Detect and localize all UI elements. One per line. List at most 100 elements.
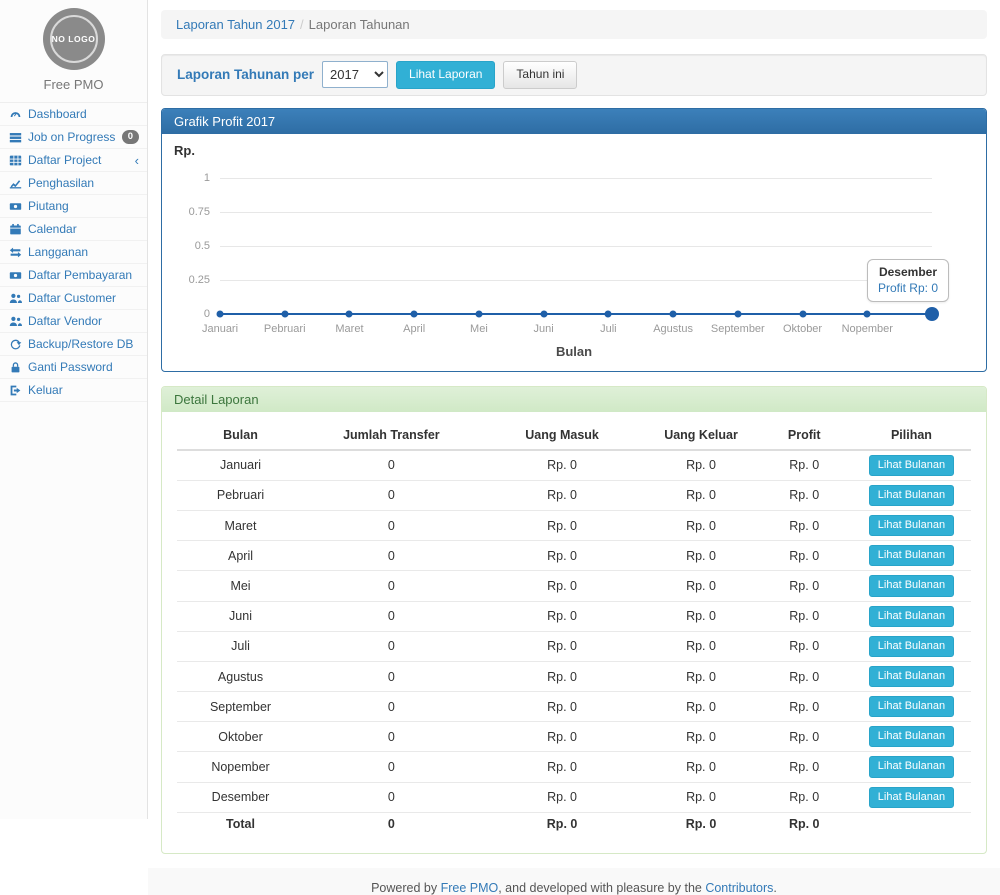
table-cell: Rp. 0 xyxy=(757,541,852,571)
data-point-desember[interactable] xyxy=(925,307,939,321)
sidebar-item-label: Ganti Password xyxy=(28,360,113,374)
x-axis-labels: JanuariPebruariMaretAprilMeiJuniJuliAgus… xyxy=(220,323,932,336)
table-cell-action: Lihat Bulanan xyxy=(852,722,971,752)
detail-table-wrap: BulanJumlah TransferUang MasukUang Kelua… xyxy=(162,412,986,853)
data-point-mei[interactable] xyxy=(475,310,482,317)
table-cell: September xyxy=(177,692,304,722)
table-cell: 0 xyxy=(304,722,479,752)
table-cell: Rp. 0 xyxy=(479,601,646,631)
year-select[interactable]: 2017 xyxy=(322,61,388,88)
table-row-mei: Mei0Rp. 0Rp. 0Rp. 0Lihat Bulanan xyxy=(177,571,971,601)
data-point-januari[interactable] xyxy=(217,310,224,317)
sidebar-item-daftar-customer[interactable]: Daftar Customer xyxy=(0,287,147,310)
logo-circle: NO LOGO xyxy=(43,8,105,70)
breadcrumb-link-laporan-tahun[interactable]: Laporan Tahun 2017 xyxy=(176,17,295,32)
footer-text-middle: , and developed with pleasure by the xyxy=(498,881,705,895)
sidebar-item-job-on-progress[interactable]: Job on Progress0 xyxy=(0,126,147,149)
view-month-button-pebruari[interactable]: Lihat Bulanan xyxy=(869,485,954,506)
total-cell: 0 xyxy=(304,812,479,835)
view-month-button-agustus[interactable]: Lihat Bulanan xyxy=(869,666,954,687)
x-tick-label: Oktober xyxy=(783,323,822,335)
table-row-pebruari: Pebruari0Rp. 0Rp. 0Rp. 0Lihat Bulanan xyxy=(177,480,971,510)
breadcrumb-current: Laporan Tahunan xyxy=(309,17,410,32)
x-tick-label: Maret xyxy=(335,323,363,335)
app-name: Free PMO xyxy=(0,77,147,92)
table-icon xyxy=(9,154,22,167)
column-header-pilihan: Pilihan xyxy=(852,421,971,450)
table-cell: Rp. 0 xyxy=(645,571,756,601)
view-month-button-desember[interactable]: Lihat Bulanan xyxy=(869,787,954,808)
table-cell: Rp. 0 xyxy=(645,450,756,481)
view-month-button-juli[interactable]: Lihat Bulanan xyxy=(869,636,954,657)
view-month-button-juni[interactable]: Lihat Bulanan xyxy=(869,606,954,627)
table-cell-action: Lihat Bulanan xyxy=(852,571,971,601)
view-month-button-oktober[interactable]: Lihat Bulanan xyxy=(869,726,954,747)
footer-link-contributors[interactable]: Contributors xyxy=(705,881,773,895)
table-cell: Rp. 0 xyxy=(479,541,646,571)
profit-chart: Rp. Desember Profit Rp: 0 10.750.50.250 … xyxy=(162,134,986,371)
sidebar-item-calendar[interactable]: Calendar xyxy=(0,218,147,241)
table-cell-action: Lihat Bulanan xyxy=(852,450,971,481)
table-cell: Juni xyxy=(177,601,304,631)
sidebar-item-backup-restore-db[interactable]: Backup/Restore DB xyxy=(0,333,147,356)
data-point-juli[interactable] xyxy=(605,310,612,317)
table-cell-action: Lihat Bulanan xyxy=(852,661,971,691)
table-cell: Pebruari xyxy=(177,480,304,510)
chart-plot-area: Desember Profit Rp: 0 10.750.50.250 xyxy=(220,178,932,314)
sidebar-item-ganti-password[interactable]: Ganti Password xyxy=(0,356,147,379)
table-row-maret: Maret0Rp. 0Rp. 0Rp. 0Lihat Bulanan xyxy=(177,510,971,540)
table-cell: Rp. 0 xyxy=(645,782,756,812)
sidebar-item-penghasilan[interactable]: Penghasilan xyxy=(0,172,147,195)
table-cell: Rp. 0 xyxy=(479,661,646,691)
main-content: Laporan Tahun 2017/Laporan Tahunan Lapor… xyxy=(148,0,1000,819)
sidebar-item-label: Keluar xyxy=(28,383,63,397)
view-report-button[interactable]: Lihat Laporan xyxy=(396,61,495,89)
data-point-september[interactable] xyxy=(734,310,741,317)
total-cell: Total xyxy=(177,812,304,835)
chart-tooltip-month: Desember xyxy=(878,265,938,279)
total-cell: Rp. 0 xyxy=(645,812,756,835)
data-point-maret[interactable] xyxy=(346,310,353,317)
view-month-button-januari[interactable]: Lihat Bulanan xyxy=(869,455,954,476)
table-cell: Rp. 0 xyxy=(479,722,646,752)
y-tick-label: 0 xyxy=(204,308,210,320)
table-row-oktober: Oktober0Rp. 0Rp. 0Rp. 0Lihat Bulanan xyxy=(177,722,971,752)
footer-link-free-pmo[interactable]: Free PMO xyxy=(441,881,499,895)
data-point-agustus[interactable] xyxy=(670,310,677,317)
table-cell: Oktober xyxy=(177,722,304,752)
sidebar-item-label: Daftar Vendor xyxy=(28,314,102,328)
data-point-oktober[interactable] xyxy=(799,310,806,317)
y-tick-label: 0.75 xyxy=(189,206,210,218)
table-cell: Rp. 0 xyxy=(757,480,852,510)
table-cell: Rp. 0 xyxy=(645,722,756,752)
y-tick-label: 1 xyxy=(204,172,210,184)
y-tick-label: 0.25 xyxy=(189,274,210,286)
sidebar-item-label: Penghasilan xyxy=(28,176,94,190)
sidebar-item-daftar-project[interactable]: Daftar Project‹ xyxy=(0,149,147,172)
data-point-juni[interactable] xyxy=(540,310,547,317)
column-header-jumlah-transfer: Jumlah Transfer xyxy=(304,421,479,450)
x-tick-label: September xyxy=(711,323,765,335)
count-badge: 0 xyxy=(122,130,139,144)
view-month-button-maret[interactable]: Lihat Bulanan xyxy=(869,515,954,536)
sidebar-item-dashboard[interactable]: Dashboard xyxy=(0,103,147,126)
sidebar-item-daftar-pembayaran[interactable]: Daftar Pembayaran xyxy=(0,264,147,287)
view-month-button-april[interactable]: Lihat Bulanan xyxy=(869,545,954,566)
table-cell: Juli xyxy=(177,631,304,661)
view-month-button-nopember[interactable]: Lihat Bulanan xyxy=(869,756,954,777)
view-month-button-september[interactable]: Lihat Bulanan xyxy=(869,696,954,717)
view-month-button-mei[interactable]: Lihat Bulanan xyxy=(869,575,954,596)
table-cell: Rp. 0 xyxy=(479,510,646,540)
footer: Powered by Free PMO, and developed with … xyxy=(148,868,1000,895)
x-axis-title: Bulan xyxy=(174,344,974,359)
chart-panel-title: Grafik Profit 2017 xyxy=(162,109,986,134)
data-point-nopember[interactable] xyxy=(864,310,871,317)
this-year-button[interactable]: Tahun ini xyxy=(503,61,577,89)
sidebar-item-langganan[interactable]: Langganan xyxy=(0,241,147,264)
data-point-april[interactable] xyxy=(411,310,418,317)
sidebar-item-keluar[interactable]: Keluar xyxy=(0,379,147,402)
chart-tooltip: Desember Profit Rp: 0 xyxy=(867,259,949,302)
sidebar-item-daftar-vendor[interactable]: Daftar Vendor xyxy=(0,310,147,333)
sidebar-item-piutang[interactable]: Piutang xyxy=(0,195,147,218)
data-point-pebruari[interactable] xyxy=(281,310,288,317)
